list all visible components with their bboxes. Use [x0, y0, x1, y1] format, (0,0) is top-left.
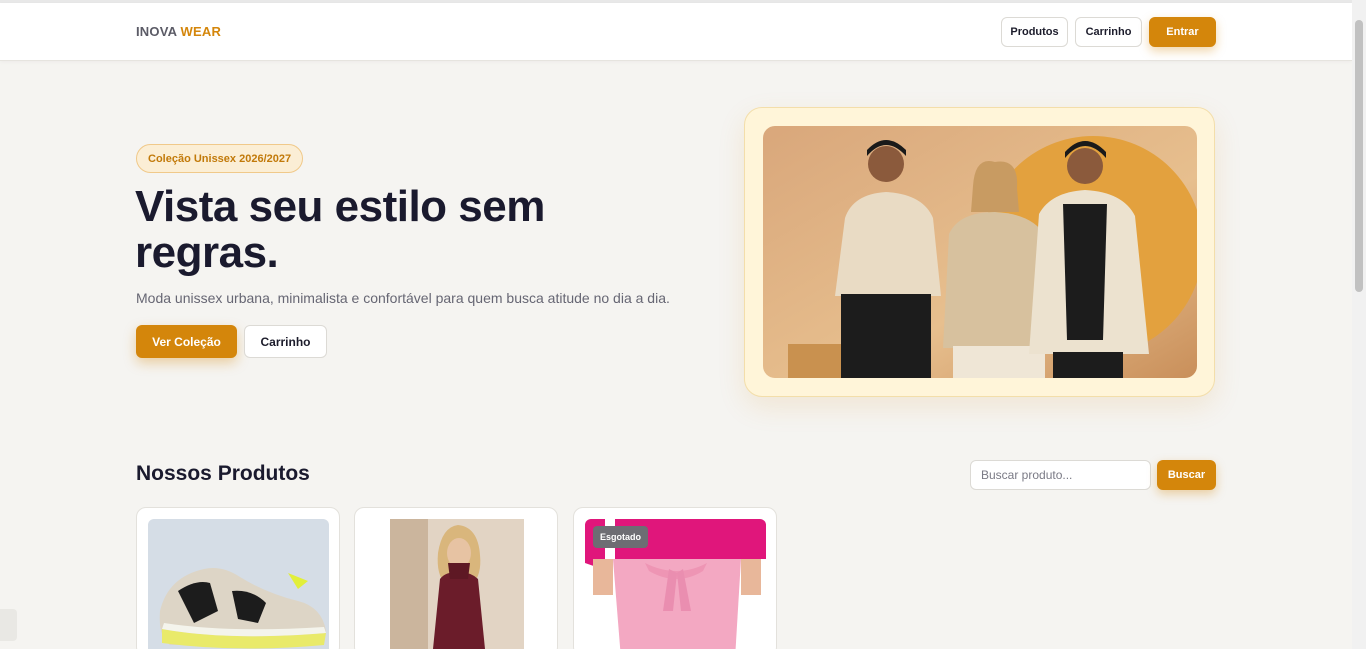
products-title: Nossos Produtos: [136, 462, 310, 485]
search-button[interactable]: Buscar: [1157, 460, 1216, 490]
site-header: INOVA WEAR Produtos Carrinho Entrar: [0, 3, 1352, 61]
collection-badge: Coleção Unissex 2026/2027: [136, 144, 304, 173]
product-image-dress: [366, 519, 547, 649]
logo-text-primary: INOVA: [136, 24, 177, 39]
hero-image-frame: [744, 107, 1215, 397]
product-search-input[interactable]: [970, 460, 1151, 490]
product-card[interactable]: Esgotado: [573, 507, 777, 649]
hero-cart-button[interactable]: Carrinho: [244, 325, 327, 358]
side-panel-handle[interactable]: [0, 609, 17, 641]
view-collection-button[interactable]: Ver Coleção: [136, 325, 237, 358]
nav-carrinho-button[interactable]: Carrinho: [1075, 17, 1142, 47]
brand-logo[interactable]: INOVA WEAR: [136, 24, 221, 39]
logo-text-accent: WEAR: [180, 24, 222, 39]
product-card[interactable]: [354, 507, 558, 649]
nav-produtos-button[interactable]: Produtos: [1001, 17, 1068, 47]
product-card[interactable]: [136, 507, 340, 649]
product-image-sneaker: [148, 519, 329, 649]
login-button[interactable]: Entrar: [1149, 17, 1216, 47]
page-scrollbar[interactable]: [1352, 0, 1366, 649]
hero-title: Vista seu estilo sem regras.: [135, 182, 545, 277]
hero-image: [763, 126, 1197, 378]
sold-out-badge: Esgotado: [593, 526, 649, 548]
hero-subtitle: Moda unissex urbana, minimalista e confo…: [136, 290, 670, 306]
scrollbar-thumb[interactable]: [1355, 20, 1363, 292]
